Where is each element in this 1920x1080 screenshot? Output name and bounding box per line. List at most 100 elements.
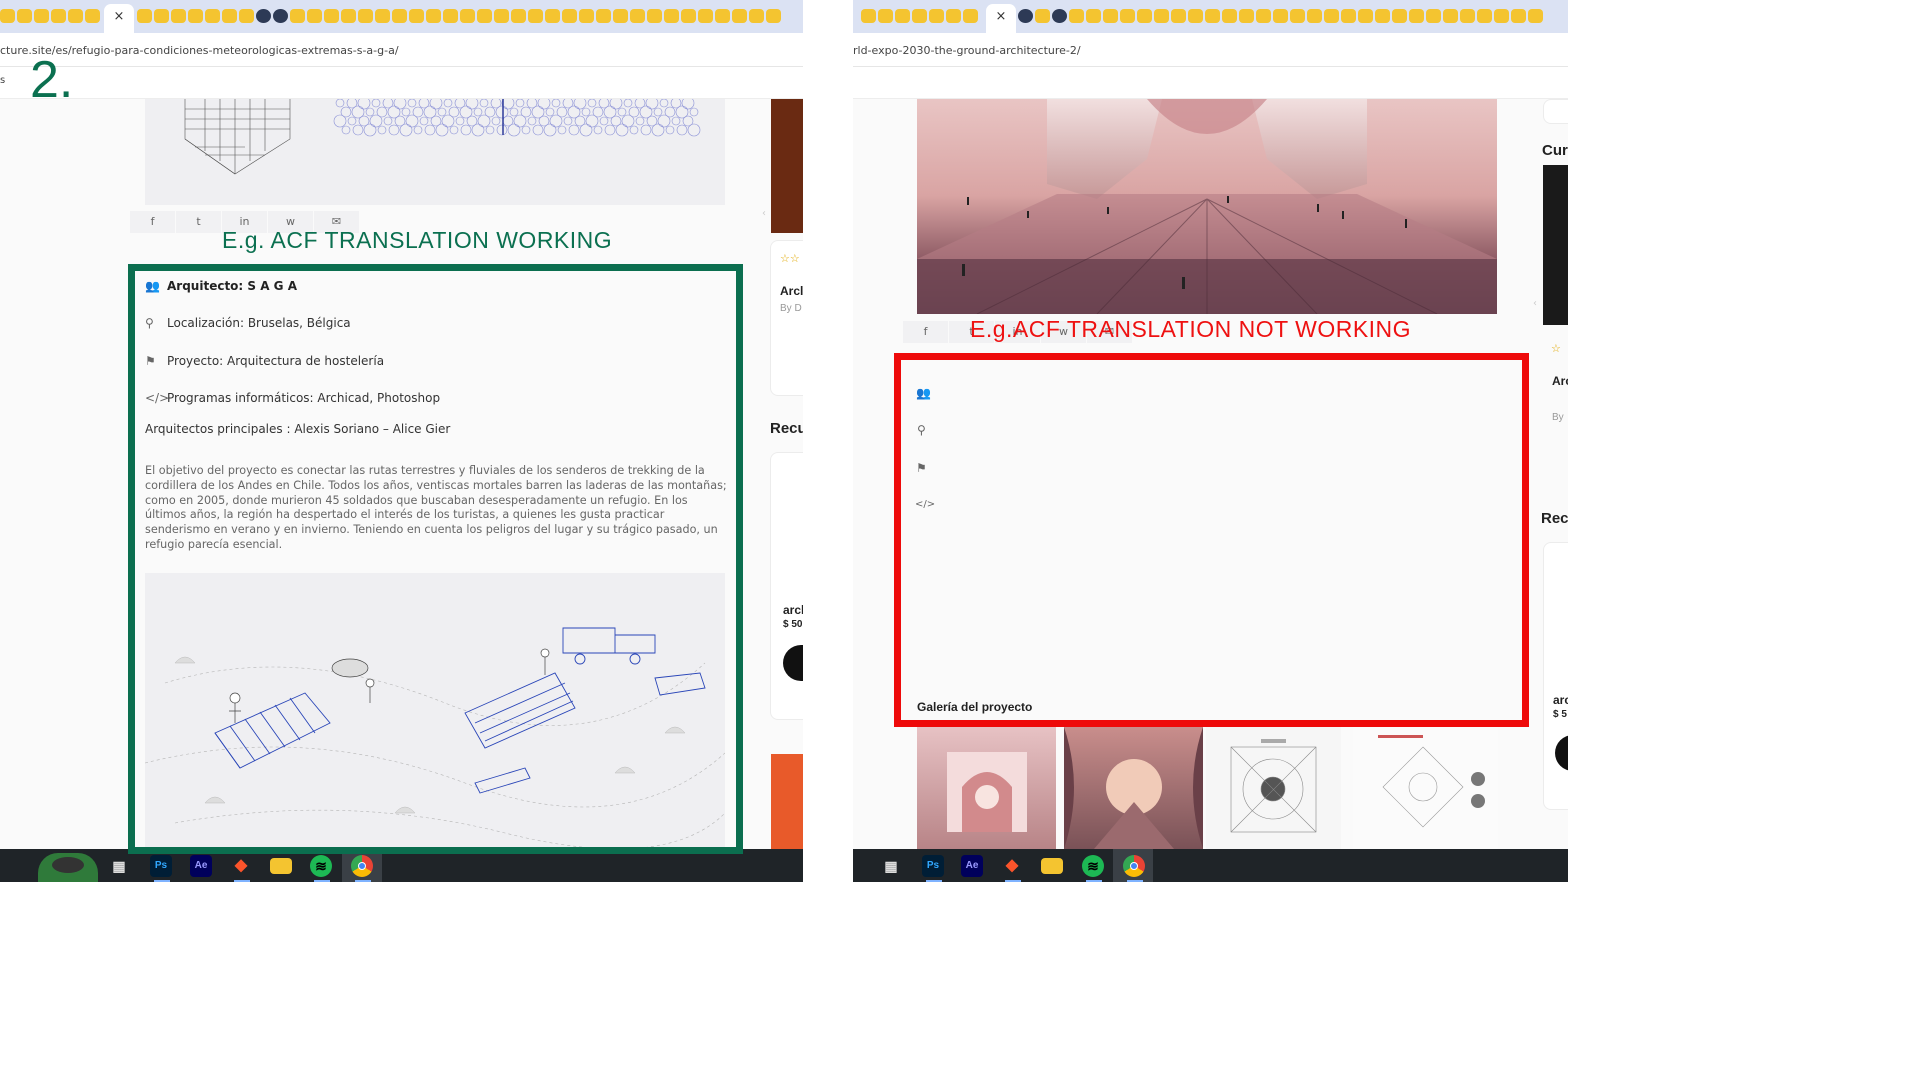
- tab-favicon-icon[interactable]: [1324, 9, 1339, 23]
- tab-favicon-icon[interactable]: [963, 9, 978, 23]
- spotify-icon[interactable]: ≋: [310, 855, 332, 877]
- tab-favicon-icon[interactable]: [613, 9, 628, 23]
- sidebar-product-name[interactable]: arc: [1553, 693, 1568, 707]
- tab-favicon-icon[interactable]: [34, 9, 49, 23]
- tab-favicon-icon[interactable]: [1307, 9, 1322, 23]
- tab-favicon-icon[interactable]: [715, 9, 730, 23]
- tab-favicon-icon[interactable]: [1103, 9, 1118, 23]
- task-view-icon[interactable]: ▦: [108, 855, 130, 877]
- tab-favicon-icon[interactable]: [17, 9, 32, 23]
- tab-favicon-icon[interactable]: [681, 9, 696, 23]
- sidebar-post-title[interactable]: Arcl: [780, 284, 803, 298]
- tab-favicon-icon[interactable]: [426, 9, 441, 23]
- tab-favicon-icon[interactable]: [222, 9, 237, 23]
- gallery-thumbnail[interactable]: [1064, 727, 1203, 849]
- chevron-left-icon[interactable]: ‹: [762, 208, 766, 219]
- tab-favicon-icon[interactable]: [307, 9, 322, 23]
- chrome-icon[interactable]: [1123, 855, 1145, 877]
- tab-favicon-icon[interactable]: [528, 9, 543, 23]
- tab-favicon-icon[interactable]: [205, 9, 220, 23]
- tab-favicon-icon[interactable]: [358, 9, 373, 23]
- gallery-thumbnail[interactable]: [917, 727, 1056, 849]
- tab-favicon-icon[interactable]: [1137, 9, 1152, 23]
- file-explorer-icon[interactable]: [270, 858, 292, 874]
- sidebar-post-title[interactable]: Arc: [1552, 374, 1568, 388]
- tab-favicon-icon[interactable]: [68, 9, 83, 23]
- chrome-icon[interactable]: [351, 855, 373, 877]
- tab-favicon-icon[interactable]: [1392, 9, 1407, 23]
- tab-favicon-icon[interactable]: [477, 9, 492, 23]
- after-effects-icon[interactable]: Ae: [961, 855, 983, 877]
- tab-favicon-icon[interactable]: [895, 9, 910, 23]
- tab-favicon-icon[interactable]: [85, 9, 100, 23]
- tab-favicon-icon[interactable]: [1069, 9, 1084, 23]
- tab-favicon-icon[interactable]: [171, 9, 186, 23]
- tab-favicon-icon[interactable]: [1511, 9, 1526, 23]
- sidebar-product-name[interactable]: arcl: [783, 603, 803, 617]
- tab-favicon-icon[interactable]: [1035, 9, 1050, 23]
- tab-favicon-icon[interactable]: [1460, 9, 1475, 23]
- tab-favicon-icon[interactable]: [1375, 9, 1390, 23]
- tab-favicon-icon[interactable]: [511, 9, 526, 23]
- tab-favicon-icon[interactable]: [732, 9, 747, 23]
- close-tab-icon[interactable]: ×: [996, 9, 1007, 24]
- tab-favicon-icon[interactable]: [1443, 9, 1458, 23]
- brave-icon[interactable]: ◆: [230, 855, 252, 877]
- tab-favicon-icon[interactable]: [562, 9, 577, 23]
- tab-favicon-icon[interactable]: [1426, 9, 1441, 23]
- tab-favicon-icon[interactable]: [1494, 9, 1509, 23]
- tab-favicon-icon[interactable]: [946, 9, 961, 23]
- nav-fragment[interactable]: s: [0, 75, 5, 86]
- tab-favicon-icon[interactable]: [1239, 9, 1254, 23]
- facebook-icon[interactable]: f: [903, 321, 949, 343]
- sidebar-card[interactable]: [1543, 99, 1568, 124]
- active-tab[interactable]: ×: [986, 4, 1016, 33]
- tab-favicon-icon[interactable]: [51, 9, 66, 23]
- tab-favicon-icon[interactable]: [1120, 9, 1135, 23]
- photoshop-icon[interactable]: Ps: [922, 855, 944, 877]
- tab-favicon-icon[interactable]: [1205, 9, 1220, 23]
- tab-favicon-icon[interactable]: [1409, 9, 1424, 23]
- active-tab[interactable]: ×: [104, 4, 134, 33]
- tab-favicon-icon[interactable]: [341, 9, 356, 23]
- gallery-thumbnail[interactable]: [1353, 727, 1498, 849]
- globe-favicon-icon[interactable]: [256, 9, 271, 23]
- tab-favicon-icon[interactable]: [698, 9, 713, 23]
- globe-favicon-icon[interactable]: [1018, 9, 1033, 23]
- tab-favicon-icon[interactable]: [1290, 9, 1305, 23]
- tab-favicon-icon[interactable]: [290, 9, 305, 23]
- address-bar[interactable]: cture.site/es/refugio-para-condiciones-m…: [0, 33, 803, 67]
- tab-favicon-icon[interactable]: [878, 9, 893, 23]
- tab-favicon-icon[interactable]: [188, 9, 203, 23]
- address-bar[interactable]: rld-expo-2030-the-ground-architecture-2/: [853, 33, 1568, 67]
- after-effects-icon[interactable]: Ae: [190, 855, 212, 877]
- brave-icon[interactable]: ◆: [1001, 855, 1023, 877]
- tab-favicon-icon[interactable]: [0, 9, 15, 23]
- tab-favicon-icon[interactable]: [1358, 9, 1373, 23]
- tab-favicon-icon[interactable]: [647, 9, 662, 23]
- tab-favicon-icon[interactable]: [1273, 9, 1288, 23]
- tab-favicon-icon[interactable]: [596, 9, 611, 23]
- twitter-icon[interactable]: t: [176, 211, 222, 233]
- tab-favicon-icon[interactable]: [460, 9, 475, 23]
- spotify-icon[interactable]: ≋: [1082, 855, 1104, 877]
- tab-favicon-icon[interactable]: [749, 9, 764, 23]
- tab-favicon-icon[interactable]: [1528, 9, 1543, 23]
- tab-favicon-icon[interactable]: [494, 9, 509, 23]
- tab-favicon-icon[interactable]: [409, 9, 424, 23]
- tab-favicon-icon[interactable]: [239, 9, 254, 23]
- tab-favicon-icon[interactable]: [1188, 9, 1203, 23]
- tab-favicon-icon[interactable]: [1256, 9, 1271, 23]
- tab-favicon-icon[interactable]: [929, 9, 944, 23]
- facebook-icon[interactable]: f: [130, 211, 176, 233]
- globe-favicon-icon[interactable]: [1052, 9, 1067, 23]
- tab-favicon-icon[interactable]: [443, 9, 458, 23]
- tab-favicon-icon[interactable]: [664, 9, 679, 23]
- weather-widget[interactable]: [38, 853, 98, 882]
- tab-favicon-icon[interactable]: [1171, 9, 1186, 23]
- globe-favicon-icon[interactable]: [273, 9, 288, 23]
- tab-favicon-icon[interactable]: [154, 9, 169, 23]
- tab-favicon-icon[interactable]: [137, 9, 152, 23]
- close-tab-icon[interactable]: ×: [114, 9, 125, 24]
- tab-favicon-icon[interactable]: [1222, 9, 1237, 23]
